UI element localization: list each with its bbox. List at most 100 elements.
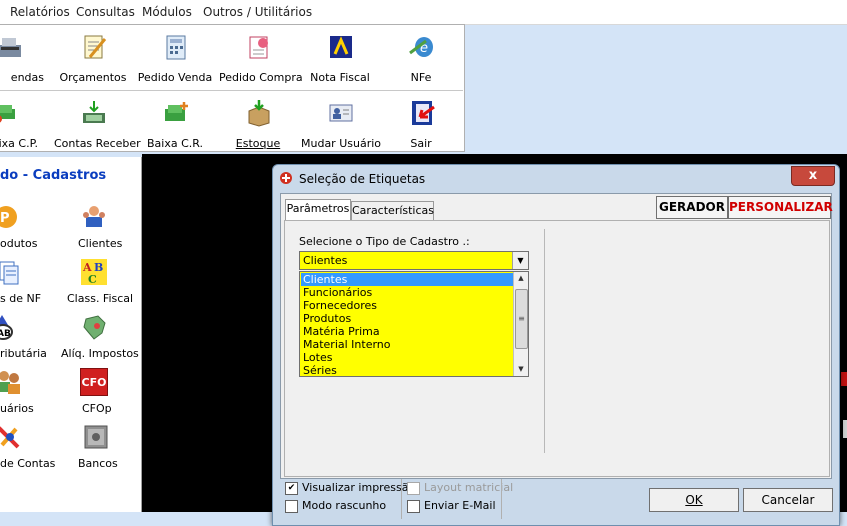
toolbar-vendas-button[interactable]: endas — [0, 27, 48, 87]
gerador-button[interactable]: GERADOR — [656, 196, 728, 219]
list-item[interactable]: Produtos — [301, 312, 515, 325]
documents-icon — [0, 261, 19, 285]
checkbox-label: Visualizar impressão — [302, 481, 416, 494]
toolbar-nfe-button[interactable]: e NFe — [382, 27, 460, 87]
toolbar: endas Orçamentos Pedido Venda Pedido Com… — [0, 24, 465, 152]
options-separator — [401, 479, 402, 519]
chart-accounts-icon — [0, 426, 20, 449]
check-icon[interactable]: ✔ — [285, 482, 298, 495]
scroll-up-icon[interactable]: ▲ — [514, 272, 528, 285]
dialog-body: Parâmetros Características GERADOR PERSO… — [280, 193, 833, 479]
tipo-cadastro-list[interactable]: Clientes Funcionários Fornecedores Produ… — [299, 271, 529, 377]
side-item-bancos[interactable]: Bancos — [70, 423, 140, 475]
toolbar-label: Pedido Venda — [137, 71, 213, 84]
list-item[interactable]: Funcionários — [301, 286, 515, 299]
side-item-usuarios[interactable]: uários — [0, 368, 70, 420]
checkbox-label: Enviar E-Mail — [424, 499, 496, 512]
personalizar-button[interactable]: PERSONALIZAR — [728, 196, 833, 219]
abc-blocks-icon: A BC — [81, 259, 107, 286]
toolbar-baixa-cr-button[interactable]: Baixa C.R. — [136, 93, 214, 153]
side-item-tipos-nf[interactable]: s de NF — [0, 258, 70, 310]
toolbar-separator — [0, 90, 463, 91]
toolbar-label: Mudar Usuário — [301, 137, 382, 150]
toolbar-label: Estoque — [235, 137, 281, 150]
side-item-cfop[interactable]: CFO CFOp — [70, 368, 140, 420]
toolbar-label: ixa C.P. — [0, 137, 38, 150]
list-item[interactable]: Séries — [301, 364, 515, 376]
background-red-mark — [841, 372, 847, 386]
toolbar-label: Orçamentos — [59, 71, 127, 84]
side-item-class-fiscal[interactable]: ABC Class. Fiscal — [62, 258, 140, 310]
checkbox-label: Modo rascunho — [302, 499, 387, 512]
nfe-icon: e — [409, 37, 433, 57]
toolbar-estoque-button[interactable]: Estoque — [219, 93, 297, 153]
side-item-label: uários — [0, 402, 34, 415]
cancel-button[interactable]: Cancelar — [743, 488, 833, 512]
tipo-cadastro-label: Selecione o Tipo de Cadastro .: — [299, 235, 470, 248]
user-card-icon — [329, 104, 353, 122]
dialog-titlebar[interactable]: Seleção de Etiquetas x — [273, 165, 839, 191]
side-item-label: ributária — [0, 347, 47, 360]
panel-title: do - Cadastros — [0, 168, 107, 183]
toolbar-label: Nota Fiscal — [310, 71, 370, 84]
side-item-label: Alíq. Impostos — [61, 347, 139, 360]
product-coin-icon: P — [0, 206, 17, 228]
toolbar-pedido-compra-button[interactable]: Pedido Compra — [219, 27, 303, 87]
menu-relatorios[interactable]: Relatórios — [10, 5, 70, 19]
cancel-label: Cancelar — [761, 493, 815, 507]
safe-icon — [84, 425, 108, 449]
toolbar-label: Baixa C.R. — [146, 137, 203, 150]
app-logo-icon — [280, 172, 292, 184]
close-icon: x — [808, 168, 818, 183]
cfo-icon: CFO — [80, 368, 108, 396]
clients-group-icon — [83, 206, 105, 227]
money-stack-icon — [0, 105, 15, 123]
toolbar-orcamentos-button[interactable]: Orçamentos — [54, 27, 132, 87]
checkbox-label: Layout matricial — [424, 481, 514, 494]
calculator-sheet-icon — [166, 35, 186, 60]
tab-caracteristicas[interactable]: Características — [351, 201, 434, 220]
side-item-plano-contas[interactable]: de Contas — [0, 423, 70, 475]
nota-fiscal-icon — [330, 36, 352, 58]
side-item-produtos[interactable]: P odutos — [0, 203, 70, 255]
list-item[interactable]: Matéria Prima — [301, 325, 515, 338]
toolbar-mudar-usuario-button[interactable]: Mudar Usuário — [301, 93, 382, 153]
side-item-label: odutos — [0, 237, 38, 250]
checkbox-box[interactable] — [407, 482, 420, 495]
svg-text:AB: AB — [0, 329, 11, 339]
list-item[interactable]: Fornecedores — [301, 299, 515, 312]
toolbar-baixa-cp-button[interactable]: ixa C.P. — [0, 93, 42, 153]
side-item-aliq-impostos[interactable]: Alíq. Impostos — [60, 313, 140, 365]
toolbar-sair-button[interactable]: Sair — [382, 93, 460, 153]
box-arrow-icon — [248, 100, 270, 127]
ok-button[interactable]: OK — [649, 488, 739, 512]
side-item-clientes[interactable]: Clientes — [70, 203, 140, 255]
checkbox-box[interactable] — [407, 500, 420, 513]
tab-parametros[interactable]: Parâmetros — [285, 199, 351, 221]
scroll-down-icon[interactable]: ▼ — [514, 363, 528, 376]
users-icon — [0, 371, 20, 394]
menu-consultas[interactable]: Consultas — [76, 5, 135, 19]
list-item[interactable]: Lotes — [301, 351, 515, 364]
toolbar-label: Pedido Compra — [219, 71, 303, 84]
chevron-down-icon[interactable]: ▼ — [512, 252, 528, 269]
side-item-label: Clientes — [78, 237, 123, 250]
parametros-panel: Selecione o Tipo de Cadastro .: Clientes… — [284, 220, 830, 477]
list-scrollbar[interactable]: ▲ ≡ ▼ — [513, 272, 528, 376]
svg-text:C: C — [88, 273, 97, 286]
scroll-thumb[interactable]: ≡ — [515, 289, 528, 349]
tipo-cadastro-combo[interactable]: Clientes ▼ — [299, 251, 529, 270]
bills-arrow-icon — [83, 101, 105, 123]
list-item[interactable]: Clientes — [301, 273, 515, 286]
close-button[interactable]: x — [791, 166, 835, 186]
side-item-label: CFOp — [82, 402, 112, 415]
side-item-label: de Contas — [0, 457, 56, 470]
toolbar-nota-fiscal-button[interactable]: Nota Fiscal — [301, 27, 379, 87]
notepad-pencil-icon — [84, 35, 107, 59]
menu-outros-utilitarios[interactable]: Outros / Utilitários — [203, 5, 312, 19]
list-item[interactable]: Material Interno — [301, 338, 515, 351]
menu-modulos[interactable]: Módulos — [142, 5, 192, 19]
toolbar-pedido-venda-button[interactable]: Pedido Venda — [136, 27, 214, 87]
checkbox-box[interactable] — [285, 500, 298, 513]
toolbar-contas-receber-button[interactable]: Contas Receber — [54, 93, 141, 153]
